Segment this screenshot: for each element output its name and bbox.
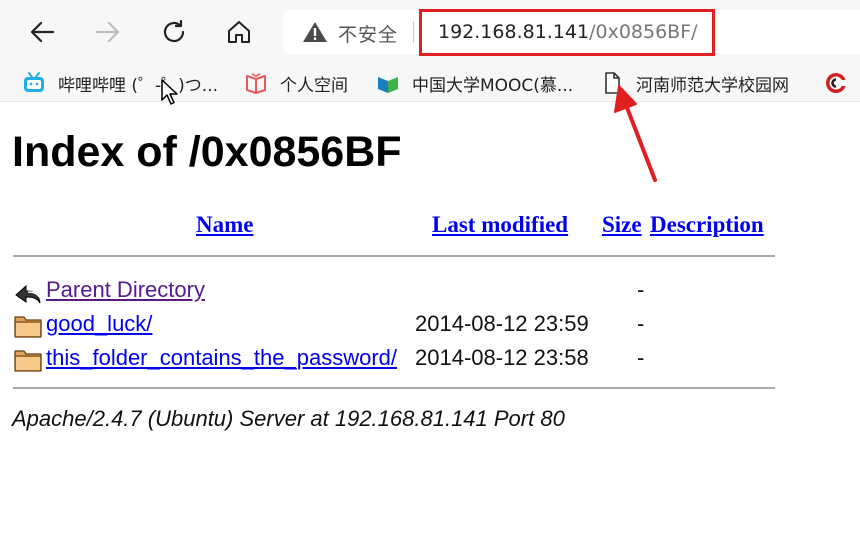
column-header-description[interactable]: Description: [650, 212, 764, 238]
c-logo-icon: [824, 71, 848, 95]
row-date: 2014-08-12 23:58: [415, 345, 589, 370]
folder-link-password[interactable]: this_folder_contains_the_password/: [46, 345, 397, 371]
row-size: -: [637, 345, 645, 370]
folder-icon: [14, 350, 42, 372]
page-icon: [600, 71, 624, 95]
browser-toolbar: 不安全 192.168.81.141/0x0856BF/: [0, 0, 860, 64]
parent-directory-link[interactable]: Parent Directory: [46, 277, 205, 303]
bilibili-icon: [22, 71, 46, 95]
back-arrow-icon: [15, 284, 41, 304]
column-header-name[interactable]: Name: [196, 212, 253, 238]
bookmark-bilibili[interactable]: 哔哩哔哩 (゜-゜)つ...: [22, 70, 218, 96]
row-size: -: [637, 311, 645, 336]
bookmark-label: 哔哩哔哩 (゜-゜)つ...: [58, 75, 219, 96]
bookmark-label: 中国大学MOOC(慕...: [412, 75, 574, 96]
column-header-last-modified[interactable]: Last modified: [432, 212, 568, 238]
bookmark-personal-space[interactable]: 个人空间: [244, 70, 348, 96]
bookmark-extra[interactable]: [824, 70, 860, 96]
url-highlight-box: [419, 9, 715, 56]
bookmark-mooc[interactable]: 中国大学MOOC(慕...: [376, 70, 573, 96]
bookmark-label: 河南师范大学校园网: [636, 75, 789, 96]
back-arrow-icon: [30, 21, 55, 43]
mooc-icon: [376, 71, 400, 95]
forward-arrow-icon: [95, 21, 120, 43]
back-button[interactable]: [22, 12, 62, 52]
server-signature: Apache/2.4.7 (Ubuntu) Server at 192.168.…: [12, 406, 565, 431]
warning-icon[interactable]: [302, 21, 328, 43]
table-row: this_folder_contains_the_password/ 2014-…: [0, 343, 860, 375]
table-row: Parent Directory -: [0, 275, 860, 307]
folder-link-good-luck[interactable]: good_luck/: [46, 311, 152, 337]
home-icon: [228, 21, 250, 43]
table-row: good_luck/ 2014-08-12 23:59 -: [0, 309, 860, 341]
address-bar[interactable]: 不安全 192.168.81.141/0x0856BF/: [283, 9, 860, 56]
table-divider-top: [13, 255, 775, 257]
address-divider: [413, 21, 414, 43]
reload-icon: [163, 19, 185, 43]
reload-button[interactable]: [154, 12, 194, 52]
column-header-size[interactable]: Size: [602, 212, 642, 238]
bookmark-label: 个人空间: [280, 75, 348, 96]
row-date: 2014-08-12 23:59: [415, 311, 589, 336]
book-icon: [244, 71, 268, 95]
table-divider-bottom: [13, 387, 775, 389]
security-label[interactable]: 不安全: [338, 20, 398, 47]
forward-button[interactable]: [88, 12, 128, 52]
bookmark-henan-normal[interactable]: 河南师范大学校园网: [600, 70, 789, 96]
row-size: -: [637, 277, 645, 302]
home-button[interactable]: [219, 12, 259, 52]
mouse-cursor-icon: [161, 79, 178, 105]
folder-icon: [14, 316, 42, 338]
page-title: Index of /0x0856BF: [12, 128, 402, 176]
bookmarks-bar: 哔哩哔哩 (゜-゜)つ... 个人空间 中国大学MOOC(慕... 河南师范大学…: [0, 64, 860, 102]
